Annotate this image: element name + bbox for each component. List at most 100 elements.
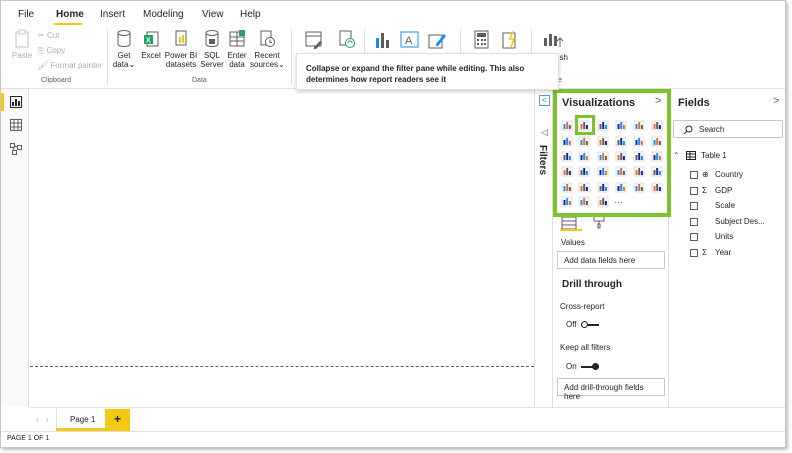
excel-label: Excel (141, 51, 161, 60)
area-chart-icon[interactable] (578, 136, 590, 147)
new-measure-icon[interactable] (473, 30, 491, 50)
next-page-icon[interactable]: › (46, 415, 49, 424)
field-checkbox[interactable] (690, 233, 698, 241)
search-placeholder: Search (699, 125, 725, 134)
more-visuals-ellipsis[interactable]: ··· (614, 197, 623, 207)
kpi-icon[interactable] (651, 166, 663, 177)
filters-pane-collapsed[interactable]: < ◁ Filters (534, 89, 553, 407)
field-checkbox[interactable] (690, 202, 698, 210)
power-bi-datasets-button[interactable]: Power BI datasets (163, 29, 199, 69)
table-name: Table 1 (701, 151, 727, 160)
clustered-bar-chart-icon[interactable] (597, 120, 609, 131)
scatter-chart-icon[interactable] (597, 151, 609, 162)
add-page-button[interactable]: + (105, 409, 130, 430)
active-tab-indicator (54, 23, 82, 25)
multi-row-card-icon[interactable] (633, 166, 645, 177)
keep-all-filters-toggle[interactable]: On (566, 362, 599, 371)
format-paint-roller-icon[interactable] (592, 215, 606, 229)
field-checkbox[interactable] (690, 248, 698, 257)
copy-button[interactable]: ⎘ Copy (38, 46, 65, 56)
field-name: Country (715, 170, 744, 179)
model-view-icon[interactable] (10, 143, 22, 155)
filters-collapse-button[interactable]: < (539, 95, 550, 106)
matrix-icon[interactable] (597, 182, 609, 193)
tab-modeling[interactable]: Modeling (143, 9, 184, 20)
tab-insert[interactable]: Insert (100, 9, 125, 20)
scissors-icon: ✂ (38, 31, 47, 40)
donut-chart-icon[interactable] (633, 151, 645, 162)
pbi-label-1: Power BI (164, 51, 198, 60)
new-visual-icon[interactable] (374, 30, 392, 50)
more-visuals-icon[interactable] (428, 30, 448, 50)
fields-search-input[interactable]: Search (673, 120, 783, 138)
sql-server-button[interactable]: SQL Server (200, 29, 224, 69)
report-view-icon[interactable] (10, 96, 22, 108)
page-navigator: ‹ › Page 1 + (30, 407, 785, 431)
slicer-icon[interactable] (561, 182, 573, 193)
gauge-icon[interactable] (597, 166, 609, 177)
ribbon-chart-icon[interactable] (651, 136, 663, 147)
stacked-bar-chart-icon[interactable] (561, 120, 573, 131)
key-influencers-icon[interactable] (651, 182, 663, 193)
field-checkbox[interactable] (690, 171, 698, 179)
enter-data-label-2: data (229, 60, 245, 69)
tab-file[interactable]: File (18, 9, 34, 20)
toggle-knob (592, 363, 599, 370)
funnel-chart-icon[interactable] (578, 151, 590, 162)
get-data-label-2: data (112, 60, 129, 69)
tab-help[interactable]: Help (240, 9, 261, 20)
values-drop-zone[interactable]: Add data fields here (557, 251, 665, 269)
card-icon[interactable] (615, 166, 627, 177)
recent-sources-button[interactable]: Recent sources⌄ (250, 29, 285, 69)
enter-data-button[interactable]: Enter data (226, 29, 248, 69)
qa-visual-icon[interactable] (578, 196, 590, 207)
report-canvas[interactable] (30, 89, 534, 407)
data-view-icon[interactable] (10, 119, 22, 131)
cut-button[interactable]: ✂ Cut (38, 31, 59, 40)
brush-icon: 🖌 (38, 61, 51, 70)
line-chart-icon[interactable] (561, 136, 573, 147)
stacked-area-chart-icon[interactable] (597, 136, 609, 147)
tab-view[interactable]: View (202, 9, 224, 20)
table-grid-icon[interactable] (578, 182, 590, 193)
page-boundary (30, 366, 534, 367)
paste-button[interactable]: Paste (10, 29, 34, 60)
field-checkbox[interactable] (690, 217, 698, 226)
format-painter-button[interactable]: 🖌 Format painter (38, 61, 102, 70)
treemap-icon[interactable] (651, 151, 663, 162)
drill-through-drop-zone[interactable]: Add drill-through fields here (557, 378, 665, 401)
transform-data-icon[interactable] (305, 30, 323, 50)
chevron-down-icon: ⌄ (128, 60, 136, 69)
pie-chart-icon[interactable] (615, 151, 627, 162)
table-visual-icon[interactable] (578, 166, 590, 177)
table-node[interactable]: ⌃ Table 1 (673, 151, 727, 160)
r-visual-icon[interactable] (615, 182, 627, 193)
status-bar: PAGE 1 OF 1 (1, 431, 785, 447)
get-data-button[interactable]: Get data⌄ (111, 29, 137, 69)
clustered-column-chart-icon[interactable] (615, 120, 627, 131)
selected-visual-highlight (575, 115, 595, 135)
previous-page-icon[interactable]: ‹ (36, 415, 39, 424)
line-column-chart-icon[interactable] (615, 136, 627, 147)
line-clustered-column-chart-icon[interactable] (633, 136, 645, 147)
100-stacked-column-chart-icon[interactable] (651, 120, 663, 131)
quick-measure-icon[interactable] (501, 30, 521, 50)
paste-label: Paste (11, 51, 33, 60)
python-visual-icon[interactable] (633, 182, 645, 193)
100-stacked-bar-chart-icon[interactable] (633, 120, 645, 131)
page-tab-label: Page 1 (70, 415, 96, 424)
waterfall-chart-icon[interactable] (561, 151, 573, 162)
clipboard-group-label: Clipboard (41, 77, 71, 84)
refresh-icon[interactable] (338, 30, 356, 50)
map-icon[interactable] (561, 166, 573, 177)
smart-narrative-icon[interactable] (597, 196, 609, 207)
publish-icon[interactable] (542, 30, 564, 50)
decomposition-tree-icon[interactable] (561, 196, 573, 207)
cross-report-toggle[interactable]: Off (566, 320, 599, 329)
text-box-icon[interactable]: A (400, 30, 420, 50)
recent-sources-label-1: Recent (254, 51, 280, 60)
field-checkbox[interactable] (690, 186, 698, 195)
excel-button[interactable]: X Excel (140, 29, 162, 60)
chevron-right-icon[interactable]: > (773, 95, 779, 107)
tab-home[interactable]: Home (56, 9, 84, 20)
